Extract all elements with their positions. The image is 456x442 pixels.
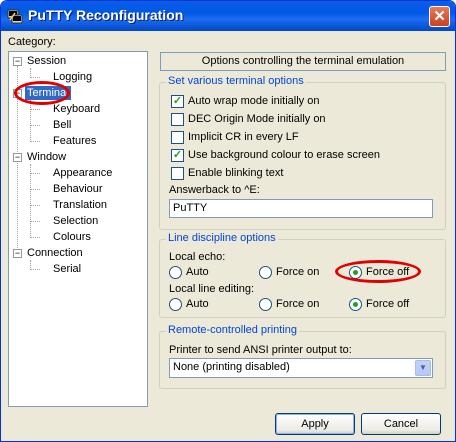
tree-item-window[interactable]: Window: [27, 150, 66, 164]
local-echo-force-on-radio[interactable]: [259, 266, 272, 279]
blinking-text-checkbox[interactable]: [171, 167, 184, 180]
dec-origin-checkbox[interactable]: [171, 113, 184, 126]
dec-origin-label[interactable]: DEC Origin Mode initially on: [188, 113, 326, 125]
tree-item-logging[interactable]: Logging: [53, 70, 92, 84]
putty-reconfiguration-window: PuTTY Reconfiguration ✕ Category: − Sess…: [0, 0, 456, 442]
category-tree[interactable]: − Session Logging − Terminal Keyboard Be…: [8, 51, 148, 407]
window-title: PuTTY Reconfiguration: [28, 7, 184, 23]
line-editing-auto-radio[interactable]: [169, 298, 182, 311]
chevron-down-icon[interactable]: ▼: [415, 360, 431, 376]
tree-connector-line: [30, 109, 40, 110]
printing-title: Remote-controlled printing: [166, 324, 300, 336]
local-echo-auto-label[interactable]: Auto: [186, 266, 209, 278]
line-editing-force-on-label[interactable]: Force on: [276, 298, 319, 310]
printer-selected-value: None (printing disabled): [173, 361, 290, 373]
line-discipline-title: Line discipline options: [166, 232, 278, 244]
tree-connector-line: [30, 125, 40, 126]
implicit-cr-label[interactable]: Implicit CR in every LF: [188, 131, 299, 143]
force-off-highlight-ellipse: [335, 260, 421, 283]
answerback-label: Answerback to ^E:: [169, 184, 260, 196]
tree-connector-line: [30, 141, 40, 142]
tree-connector-line: [30, 173, 40, 174]
bg-colour-erase-label[interactable]: Use background colour to erase screen: [188, 149, 380, 161]
tree-item-behaviour[interactable]: Behaviour: [53, 182, 103, 196]
implicit-cr-checkbox[interactable]: [171, 131, 184, 144]
auto-wrap-checkbox[interactable]: ✓: [171, 95, 184, 108]
tree-connector-line: [30, 205, 40, 206]
printer-select[interactable]: None (printing disabled) ▼: [169, 358, 433, 378]
apply-button[interactable]: Apply: [275, 413, 355, 435]
title-bar[interactable]: PuTTY Reconfiguration ✕: [1, 1, 455, 31]
panel-header: Options controlling the terminal emulati…: [160, 52, 446, 71]
tree-connector-line: [30, 77, 40, 78]
tree-connector-line: [30, 189, 40, 190]
putty-app-icon: [7, 9, 23, 24]
tree-connector-line: [30, 164, 31, 238]
blinking-text-label[interactable]: Enable blinking text: [188, 167, 283, 179]
terminal-options-title: Set various terminal options: [166, 75, 306, 87]
tree-item-colours[interactable]: Colours: [53, 230, 91, 244]
tree-item-connection[interactable]: Connection: [27, 246, 83, 260]
tree-item-appearance[interactable]: Appearance: [53, 166, 112, 180]
collapse-session-icon[interactable]: −: [13, 57, 22, 66]
local-echo-auto-radio[interactable]: [169, 266, 182, 279]
tree-connector-line: [30, 237, 40, 238]
close-icon: ✕: [433, 8, 446, 25]
tree-connector-line: [30, 100, 31, 142]
collapse-window-icon[interactable]: −: [13, 153, 22, 162]
bg-colour-erase-checkbox[interactable]: ✓: [171, 149, 184, 162]
cancel-button[interactable]: Cancel: [361, 413, 441, 435]
collapse-connection-icon[interactable]: −: [13, 249, 22, 258]
tree-connector-line: [30, 221, 40, 222]
auto-wrap-label[interactable]: Auto wrap mode initially on: [188, 95, 319, 107]
printer-label: Printer to send ANSI printer output to:: [169, 344, 352, 356]
local-echo-force-on-label[interactable]: Force on: [276, 266, 319, 278]
line-editing-auto-label[interactable]: Auto: [186, 298, 209, 310]
line-editing-force-on-radio[interactable]: [259, 298, 272, 311]
category-label: Category:: [8, 36, 56, 48]
close-button[interactable]: ✕: [429, 6, 450, 27]
answerback-input[interactable]: PuTTY: [169, 199, 433, 218]
tree-item-serial[interactable]: Serial: [53, 262, 81, 276]
line-editing-force-off-radio[interactable]: [349, 298, 362, 311]
terminal-highlight-ellipse: [14, 81, 70, 105]
tree-connector-line: [30, 269, 40, 270]
local-line-editing-label: Local line editing:: [169, 283, 255, 295]
local-echo-label: Local echo:: [169, 251, 226, 263]
line-editing-force-off-label[interactable]: Force off: [366, 298, 409, 310]
tree-item-features[interactable]: Features: [53, 134, 96, 148]
tree-item-translation[interactable]: Translation: [53, 198, 107, 212]
tree-item-keyboard[interactable]: Keyboard: [53, 102, 100, 116]
tree-item-selection[interactable]: Selection: [53, 214, 98, 228]
tree-item-bell[interactable]: Bell: [53, 118, 71, 132]
tree-item-session[interactable]: Session: [27, 54, 66, 68]
